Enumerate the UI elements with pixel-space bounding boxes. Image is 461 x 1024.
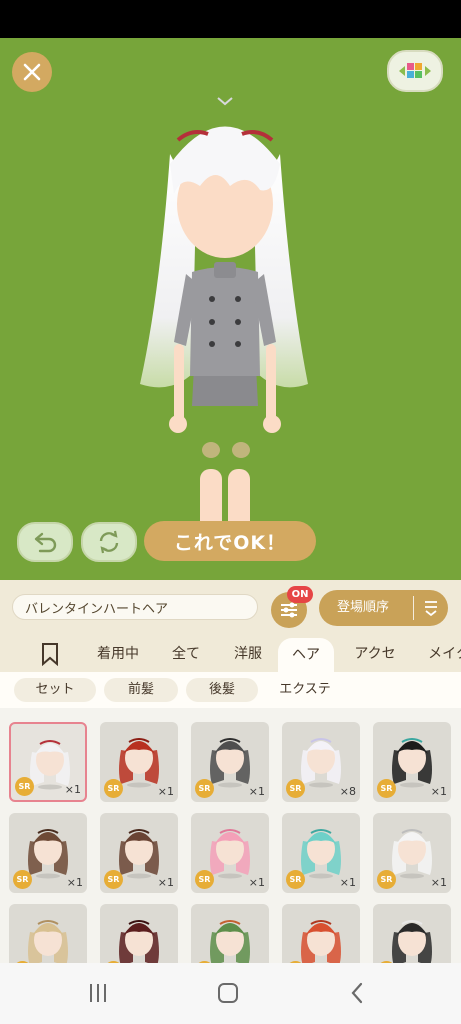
hair-item-card[interactable]: SR×1 bbox=[100, 904, 178, 963]
hair-subtabs: セット 前髪 後髪 エクステ bbox=[0, 672, 461, 708]
item-count: ×1 bbox=[248, 876, 265, 889]
hair-thumbnail bbox=[28, 829, 68, 879]
color-palette-button[interactable] bbox=[387, 50, 443, 92]
item-count: ×1 bbox=[430, 785, 447, 798]
tab-wearing[interactable]: 着用中 bbox=[86, 634, 150, 672]
search-filter-bar: ON 登場順序 bbox=[0, 580, 461, 634]
color-palette-icon bbox=[399, 63, 431, 78]
sort-label: 登場順序 bbox=[337, 600, 390, 615]
undo-icon bbox=[34, 532, 57, 553]
category-tabs: 着用中 全て 洋服 ヘア アクセ メイク bbox=[0, 634, 461, 672]
subtab-extensions[interactable]: エクステ bbox=[266, 678, 344, 702]
rarity-badge: SR bbox=[377, 779, 396, 798]
status-bar bbox=[0, 0, 461, 38]
confirm-ok-button[interactable]: これでOK！ bbox=[144, 521, 316, 561]
item-grid: SR ×1 SR ×1 SR ×1 SR ×8 SR ×1 SR ×1 SR ×1 SR ×1 SR ×1 SR ×1… bbox=[0, 708, 461, 963]
hair-thumbnail bbox=[301, 738, 341, 788]
tab-clothes[interactable]: 洋服 bbox=[222, 634, 274, 672]
rarity-badge: SR bbox=[13, 870, 32, 889]
item-count: ×1 bbox=[66, 876, 83, 889]
hair-item-card[interactable]: SR ×8 bbox=[282, 722, 360, 802]
hair-item-card[interactable]: SR ×1 bbox=[282, 813, 360, 893]
hair-thumbnail bbox=[301, 920, 341, 963]
hair-item-card[interactable]: SR ×1 bbox=[9, 722, 87, 802]
hair-thumbnail bbox=[210, 829, 250, 879]
hair-thumbnail bbox=[119, 738, 159, 788]
home-icon[interactable] bbox=[216, 981, 240, 1005]
rarity-badge: SR bbox=[195, 779, 214, 798]
hair-thumbnail bbox=[119, 829, 159, 879]
item-count: ×1 bbox=[64, 783, 81, 796]
item-count: ×1 bbox=[430, 876, 447, 889]
item-count: ×1 bbox=[248, 785, 265, 798]
hair-item-card[interactable]: SR ×1 bbox=[191, 722, 269, 802]
rarity-badge: SR bbox=[104, 870, 123, 889]
hair-thumbnail bbox=[119, 920, 159, 963]
item-count: ×8 bbox=[339, 785, 356, 798]
hair-item-card[interactable]: SR×1 bbox=[282, 904, 360, 963]
hair-thumbnail bbox=[392, 738, 432, 788]
back-icon[interactable] bbox=[346, 981, 370, 1005]
rarity-badge: SR bbox=[286, 779, 305, 798]
hair-thumbnail bbox=[301, 829, 341, 879]
hair-item-card[interactable]: SR ×1 bbox=[100, 813, 178, 893]
item-count: ×1 bbox=[157, 876, 174, 889]
sort-divider bbox=[413, 596, 414, 620]
hair-thumbnail bbox=[30, 740, 70, 790]
hair-item-card[interactable]: SR×1 bbox=[373, 904, 451, 963]
rarity-badge: SR bbox=[104, 779, 123, 798]
hair-item-card[interactable]: SR×1 bbox=[191, 904, 269, 963]
rarity-badge: SR bbox=[195, 870, 214, 889]
hair-item-card[interactable]: SR ×1 bbox=[191, 813, 269, 893]
rotate-icon bbox=[99, 530, 119, 554]
rarity-badge: SR bbox=[15, 777, 34, 796]
subtab-set[interactable]: セット bbox=[14, 678, 96, 702]
rarity-badge: SR bbox=[286, 870, 305, 889]
bookmark-icon[interactable] bbox=[38, 642, 62, 666]
hair-thumbnail bbox=[28, 920, 68, 963]
tab-all[interactable]: 全て bbox=[160, 634, 212, 672]
tab-makeup[interactable]: メイク bbox=[418, 634, 461, 672]
system-navigation-bar bbox=[0, 963, 461, 1024]
hair-item-card[interactable]: SR×1 bbox=[9, 904, 87, 963]
sort-order-button[interactable]: 登場順序 bbox=[319, 590, 448, 626]
filter-on-badge: ON bbox=[287, 586, 313, 603]
recent-apps-icon[interactable] bbox=[86, 981, 110, 1005]
tab-hair[interactable]: ヘア bbox=[278, 638, 334, 672]
hair-thumbnail bbox=[210, 920, 250, 963]
undo-button[interactable] bbox=[17, 522, 73, 562]
hair-thumbnail bbox=[210, 738, 250, 788]
subtab-back-hair[interactable]: 後髪 bbox=[186, 678, 258, 702]
rotate-button[interactable] bbox=[81, 522, 137, 562]
close-button[interactable] bbox=[12, 52, 52, 92]
close-icon bbox=[23, 63, 41, 81]
hair-item-card[interactable]: SR ×1 bbox=[373, 813, 451, 893]
avatar-preview-stage: これでOK！ bbox=[0, 38, 461, 580]
hair-item-card[interactable]: SR ×1 bbox=[373, 722, 451, 802]
filter-sliders-icon bbox=[281, 602, 297, 618]
hair-thumbnail bbox=[392, 920, 432, 963]
avatar-character bbox=[140, 97, 308, 560]
item-count: ×1 bbox=[157, 785, 174, 798]
item-count: ×1 bbox=[339, 876, 356, 889]
rarity-badge: SR bbox=[377, 870, 396, 889]
hair-thumbnail bbox=[392, 829, 432, 879]
sort-icon[interactable] bbox=[423, 599, 439, 617]
tab-accessory[interactable]: アクセ bbox=[344, 634, 406, 672]
subtab-bangs[interactable]: 前髪 bbox=[104, 678, 178, 702]
hair-item-card[interactable]: SR ×1 bbox=[9, 813, 87, 893]
hair-item-card[interactable]: SR ×1 bbox=[100, 722, 178, 802]
item-search-input[interactable] bbox=[12, 594, 258, 620]
